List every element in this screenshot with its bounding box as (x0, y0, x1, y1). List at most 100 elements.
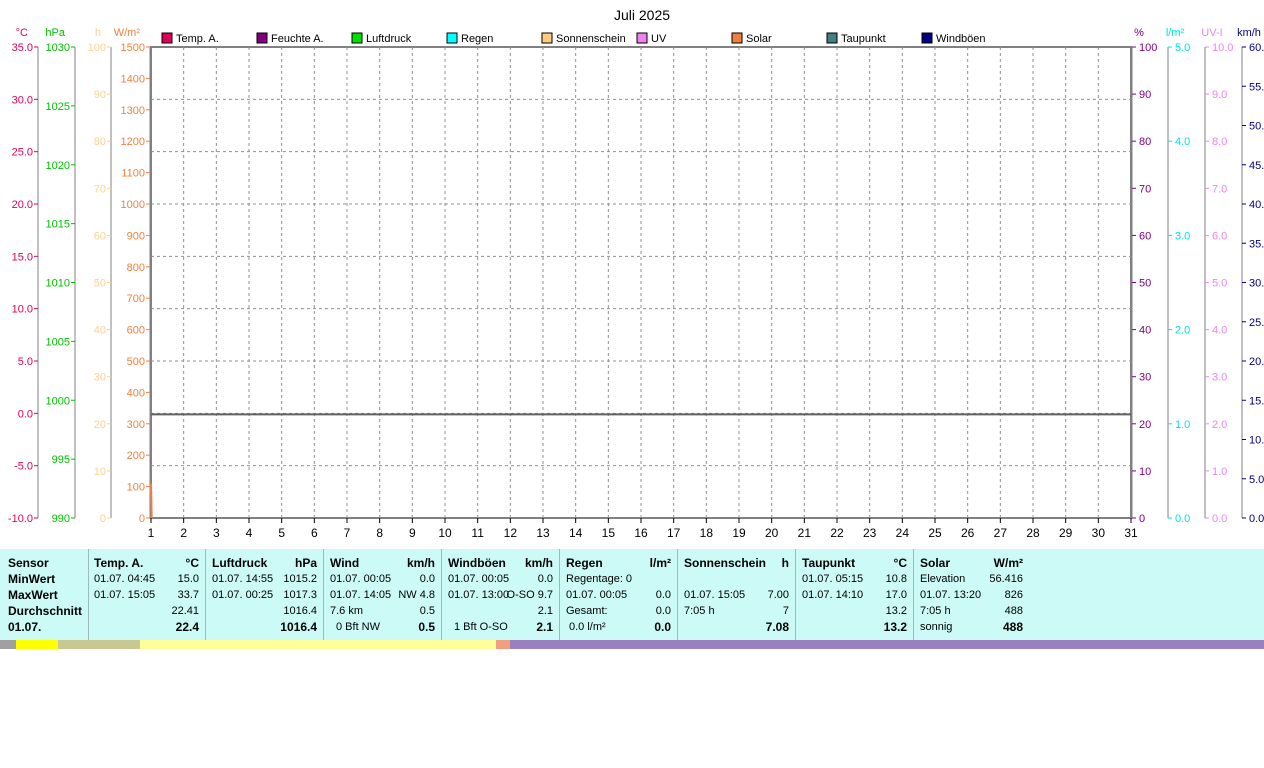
rain-max-value: 0.0 (655, 589, 671, 601)
x-tick-label: 16 (634, 526, 648, 540)
dewpoint-max-value: 17.0 (885, 589, 907, 601)
dewpoint-avg: 13.2 (885, 605, 907, 617)
x-tick-label: 27 (994, 526, 1008, 540)
solar-column: Solar W/m² Elevation 56.416 01.07. 13:20… (914, 549, 1029, 640)
solar-avg: 488 (1004, 605, 1023, 617)
y-tick-label: -5.0 (14, 461, 33, 473)
y-tick-label: 35.0 (1249, 238, 1264, 250)
solar-title: Solar (920, 556, 951, 570)
gusts-avg: 2.1 (537, 605, 553, 617)
y-tick-label: 50 (1139, 278, 1151, 290)
x-tick-label: 11 (471, 526, 484, 540)
dewpoint-min-value: 10.8 (885, 573, 907, 585)
temp-unit: °C (185, 556, 199, 570)
y-tick-label: 1020 (46, 160, 70, 172)
x-tick-label: 5 (278, 526, 285, 540)
x-tick-label: 23 (863, 526, 877, 540)
y-tick-label: 10.0 (1212, 42, 1233, 54)
y-tick-label: 5.0 (18, 356, 33, 368)
legend-swatch-8 (921, 32, 933, 44)
x-tick-label: 24 (896, 526, 910, 540)
y-tick-label: 15.0 (1249, 395, 1264, 407)
rain-unit: l/m² (649, 556, 671, 570)
pressure-min-time: 01.07. 14:55 (212, 573, 274, 585)
rain-day-value: 0.0 (654, 620, 671, 634)
x-tick-label: 8 (376, 526, 383, 540)
pressure-day-value: 1016.4 (280, 620, 317, 634)
x-tick-label: 6 (311, 526, 318, 540)
temp-day-value: 22.4 (175, 620, 199, 634)
y-axis-unit: h (95, 27, 101, 39)
y-tick-label: 3.0 (1212, 372, 1227, 384)
statistics-table: Sensor MinWert MaxWert Durchschnitt 01.0… (0, 549, 1264, 640)
y-tick-label: 10.0 (12, 304, 33, 316)
sunshine-title: Sonnenschein (684, 556, 767, 570)
legend-label-3: Regen (461, 33, 493, 45)
x-tick-label: 7 (344, 526, 351, 540)
y-tick-label: 8.0 (1212, 136, 1227, 148)
data-marks (150, 413, 1131, 519)
solar-unit: W/m² (993, 556, 1023, 570)
y-tick-label: 20 (1139, 419, 1151, 431)
y-tick-label: 4.0 (1175, 136, 1190, 148)
gusts-unit: km/h (524, 556, 553, 570)
y-tick-label: 100 (88, 42, 106, 54)
wind-day-value: 0.5 (418, 620, 435, 634)
y-tick-label: 0 (100, 513, 106, 525)
solar-max-value: 826 (1004, 589, 1023, 601)
x-tick-label: 15 (602, 526, 616, 540)
rain-total-label: Gesamt: (566, 605, 608, 617)
gusts-title: Windböen (448, 556, 506, 570)
y-tick-label: 1300 (121, 105, 145, 117)
chart-title: Juli 2025 (614, 7, 670, 23)
gusts-min-time: 01.07. 00:05 (448, 573, 510, 585)
x-tick-label: 13 (536, 526, 550, 540)
x-tick-label: 20 (765, 526, 779, 540)
y-tick-label: 1025 (46, 101, 70, 113)
gusts-max-time: 01.07. 13:00 (448, 589, 510, 601)
wind-column: Wind km/h 01.07. 00:05 0.0 01.07. 14:05 … (324, 549, 442, 640)
pressure-column: Luftdruck hPa 01.07. 14:55 1015.2 01.07.… (206, 549, 324, 640)
x-tick-label: 1 (148, 526, 155, 540)
y-tick-label: 990 (52, 513, 70, 525)
pressure-max-time: 01.07. 00:25 (212, 589, 274, 601)
y-tick-label: 100 (127, 482, 145, 494)
pressure-min-value: 1015.2 (283, 573, 317, 585)
y-tick-label: 0.0 (1175, 513, 1190, 525)
y-tick-label: 900 (127, 230, 145, 242)
x-tick-label: 17 (667, 526, 681, 540)
y-axis-unit: W/m² (114, 27, 141, 39)
gusts-day-label: 1 Bft O-SO (454, 621, 508, 633)
y-tick-label: 100 (1139, 42, 1157, 54)
y-axis-unit: °C (16, 27, 28, 39)
wind-day-label: 0 Bft NW (336, 621, 381, 633)
y-tick-label: 800 (127, 262, 145, 274)
x-tick-label: 22 (830, 526, 844, 540)
sunshine-unit: h (781, 556, 789, 570)
temp-min-value: 15.0 (177, 573, 199, 585)
y-tick-label: 5.0 (1249, 474, 1264, 486)
y-tick-label: 30 (1139, 372, 1151, 384)
y-tick-label: 0.0 (1212, 513, 1227, 525)
y-tick-label: 1500 (121, 42, 145, 54)
y-tick-label: 90 (1139, 89, 1151, 101)
legend-label-7: Taupunkt (841, 33, 886, 45)
x-tick-label: 4 (246, 526, 253, 540)
grid-lines (150, 46, 1132, 519)
y-tick-label: 25.0 (1249, 317, 1264, 329)
legend-label-6: Solar (746, 33, 772, 45)
y-tick-label: 6.0 (1212, 230, 1227, 242)
y-tick-label: 15.0 (12, 251, 33, 263)
x-tick-label: 28 (1026, 526, 1040, 540)
y-tick-label: 2.0 (1175, 325, 1190, 337)
pressure-title: Luftdruck (212, 556, 268, 570)
y-tick-label: 30.0 (1249, 278, 1264, 290)
y-tick-label: 70 (94, 183, 106, 195)
bottom-color-strip (0, 640, 1264, 649)
y-tick-label: 9.0 (1212, 89, 1227, 101)
y-tick-label: 600 (127, 325, 145, 337)
x-tick-label: 3 (213, 526, 220, 540)
y-tick-label: 90 (94, 89, 106, 101)
y-tick-label: 7.0 (1212, 183, 1227, 195)
y-tick-label: 5.0 (1212, 278, 1227, 290)
